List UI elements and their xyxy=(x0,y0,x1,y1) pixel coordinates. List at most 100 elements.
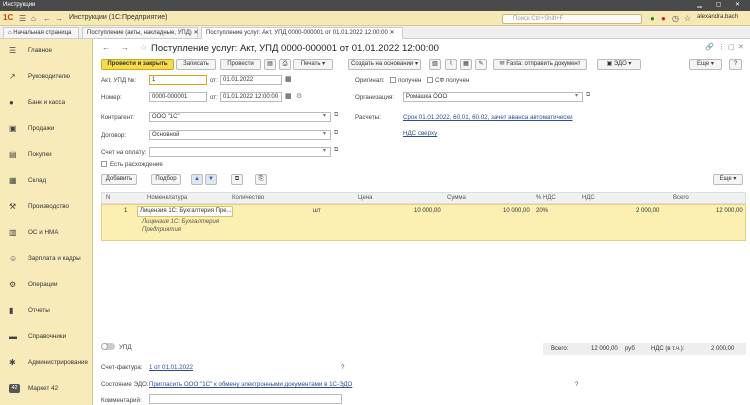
edo-invite-link[interactable]: Пригласить ООО "1С" к обмену электронным… xyxy=(149,381,352,388)
sidebar-item-admin[interactable]: ✱ Администрирование xyxy=(0,356,93,370)
sidebar-item-sales[interactable]: ▣ Продажи xyxy=(0,122,93,136)
global-search-input[interactable]: Поиск Ctrl+Shift+F xyxy=(502,14,642,24)
table-more-button[interactable]: Еще ▾ xyxy=(713,174,743,185)
organization-input[interactable]: Ромашка ООО xyxy=(403,92,583,102)
calendar-icon[interactable]: ▦ xyxy=(285,92,292,100)
edo-help[interactable]: ? xyxy=(575,381,578,388)
user-name[interactable]: alexandra.bach xyxy=(697,14,738,20)
open-icon[interactable]: ⧉ xyxy=(586,92,590,99)
sidebar-item-reports[interactable]: ▮ Отчеты xyxy=(0,304,93,318)
edo-button[interactable]: ▣ ЭДО ▾ xyxy=(597,59,641,70)
vat-mode-link[interactable]: НДС сверху xyxy=(403,130,437,137)
dt-kt-button[interactable]: ▧ xyxy=(429,59,441,70)
table-row[interactable]: 1 Лицензия 1С: Бухгалтерия Пре... Лиценз… xyxy=(101,204,746,241)
move-up-button[interactable]: ▲ xyxy=(191,174,203,185)
col-vat[interactable]: НДС xyxy=(582,195,595,201)
menu-icon[interactable]: ☰ xyxy=(19,14,26,23)
link-icon[interactable]: 🔗 xyxy=(705,43,714,51)
close-icon[interactable]: ✕ xyxy=(738,43,744,51)
sf-received-checkbox[interactable] xyxy=(427,77,433,83)
sidebar-item-assets[interactable]: ▥ ОС и НМА xyxy=(0,226,93,240)
help-button[interactable]: ? xyxy=(729,59,742,70)
more-dots-icon[interactable]: ⋮ xyxy=(718,43,725,51)
window-controls[interactable]: ▁ ▢ ✕ xyxy=(697,0,746,11)
history-icon[interactable]: ◷ xyxy=(672,14,679,23)
edit-button[interactable]: ✎ xyxy=(475,59,487,70)
act-number-input[interactable]: 1 xyxy=(149,75,207,85)
dropdown-icon[interactable]: ▾ xyxy=(323,112,326,119)
dropdown-icon[interactable]: ▾ xyxy=(575,92,578,99)
add-row-button[interactable]: Добавить xyxy=(101,174,137,185)
open-icon[interactable]: ⧉ xyxy=(334,147,338,154)
post-and-close-button[interactable]: Провести и закрыть xyxy=(101,59,174,70)
arrow-up-icon: ▲ xyxy=(194,176,200,182)
back-icon[interactable]: ← xyxy=(43,14,51,23)
more-button[interactable]: Еще ▾ xyxy=(689,59,722,70)
print-menu-button[interactable]: Печать ▾ xyxy=(293,59,333,70)
sidebar-item-market[interactable]: 42 Маркет 42 xyxy=(0,382,93,396)
maximize-icon[interactable]: ▢ xyxy=(728,43,735,51)
sidebar-item-warehouse[interactable]: ▦ Склад xyxy=(0,174,93,188)
invoice-payment-input[interactable] xyxy=(149,147,331,157)
home-icon[interactable]: ⌂ xyxy=(31,14,36,23)
col-total[interactable]: Всего xyxy=(673,195,689,201)
contract-input[interactable]: Основной xyxy=(149,130,331,140)
act-date-input[interactable]: 01.01.2022 xyxy=(220,75,282,85)
col-price[interactable]: Цена xyxy=(358,195,372,201)
number-date-label: от: xyxy=(210,94,218,101)
fasta-send-button[interactable]: ✉ Fasta: отправить документ xyxy=(493,59,587,70)
contractor-input[interactable]: ООО "1С" xyxy=(149,112,331,122)
forward-icon[interactable]: → xyxy=(55,14,63,23)
col-vat-rate[interactable]: % НДС xyxy=(536,195,556,201)
tab-home[interactable]: ⌂ Начальная страница xyxy=(3,27,79,39)
copy-row-button[interactable]: ⧉ xyxy=(231,174,243,185)
calendar-icon[interactable]: ▦ xyxy=(285,75,292,83)
post-icon-button[interactable]: ▤ xyxy=(264,59,276,70)
settings-icon[interactable]: ⚙ xyxy=(296,92,302,100)
sidebar-item-manager[interactable]: ↗ Руководителю xyxy=(0,70,93,84)
sidebar-item-operations[interactable]: ⚙ Операции xyxy=(0,278,93,292)
discrepancy-checkbox[interactable] xyxy=(101,161,107,167)
favorite-icon[interactable]: ☆ xyxy=(684,14,691,23)
settlements-link[interactable]: Срок 01.01.2022, 60.01, 60.02, зачет ава… xyxy=(403,114,573,121)
sidebar-item-salary[interactable]: ☺ Зарплата и кадры xyxy=(0,252,93,266)
invoice-link[interactable]: 1 от 01.01.2022 xyxy=(149,364,193,371)
back-arrow-icon[interactable]: ← xyxy=(102,43,110,52)
sidebar-item-main[interactable]: ☰ Главное xyxy=(0,44,93,58)
print-icon-button[interactable]: ⎙ xyxy=(279,59,291,70)
col-quantity[interactable]: Количество xyxy=(232,195,264,201)
create-based-on-button[interactable]: Создать на основании ▾ xyxy=(348,59,421,70)
col-n[interactable]: N xyxy=(106,195,110,201)
col-sum[interactable]: Сумма xyxy=(447,195,466,201)
cell-nomenclature: Лицензия 1С: Бухгалтерия Пре... xyxy=(140,208,232,214)
dropdown-icon[interactable]: ▾ xyxy=(323,147,326,154)
sidebar-item-purchases[interactable]: ▤ Покупки xyxy=(0,148,93,162)
sidebar-item-catalogs[interactable]: ▬ Справочники xyxy=(0,330,93,344)
attach-button[interactable]: ⌇ xyxy=(445,59,457,70)
open-icon[interactable]: ⧉ xyxy=(334,130,338,137)
save-button[interactable]: Записать xyxy=(176,59,216,70)
sidebar-item-bank[interactable]: ● Банк и касса xyxy=(0,96,93,110)
open-icon[interactable]: ⧉ xyxy=(334,112,338,119)
notification-icon[interactable]: ● xyxy=(650,14,655,23)
comment-input[interactable] xyxy=(149,394,342,404)
col-nomenclature[interactable]: Номенклатура xyxy=(147,195,187,201)
tab-document[interactable]: Поступление услуг: Акт, УПД 0000-000001 … xyxy=(201,27,403,39)
number-date-input[interactable]: 01.01.2022 12:00:00 xyxy=(220,92,282,102)
alert-icon[interactable]: ● xyxy=(661,14,666,23)
tab-receipts-list[interactable]: Поступление (акты, накладные, УПД) ✕ xyxy=(82,27,199,39)
tab-receipts-label: Поступление (акты, накладные, УПД) xyxy=(87,30,192,36)
move-down-button[interactable]: ▼ xyxy=(205,174,217,185)
structure-button[interactable]: ▦ xyxy=(460,59,472,70)
dropdown-icon[interactable]: ▾ xyxy=(323,130,326,137)
post-button[interactable]: Провести xyxy=(220,59,261,70)
star-icon[interactable]: ☆ xyxy=(140,43,147,52)
upd-toggle[interactable] xyxy=(101,343,115,350)
forward-arrow-icon[interactable]: → xyxy=(121,43,129,52)
sidebar-item-production[interactable]: ⚒ Производство xyxy=(0,200,93,214)
number-input[interactable]: 0000-000001 xyxy=(149,92,207,102)
select-button[interactable]: Подбор xyxy=(151,174,181,185)
original-received-checkbox[interactable] xyxy=(390,77,396,83)
invoice-help[interactable]: ? xyxy=(341,364,344,371)
paste-row-button[interactable]: ⎘ xyxy=(255,174,267,185)
